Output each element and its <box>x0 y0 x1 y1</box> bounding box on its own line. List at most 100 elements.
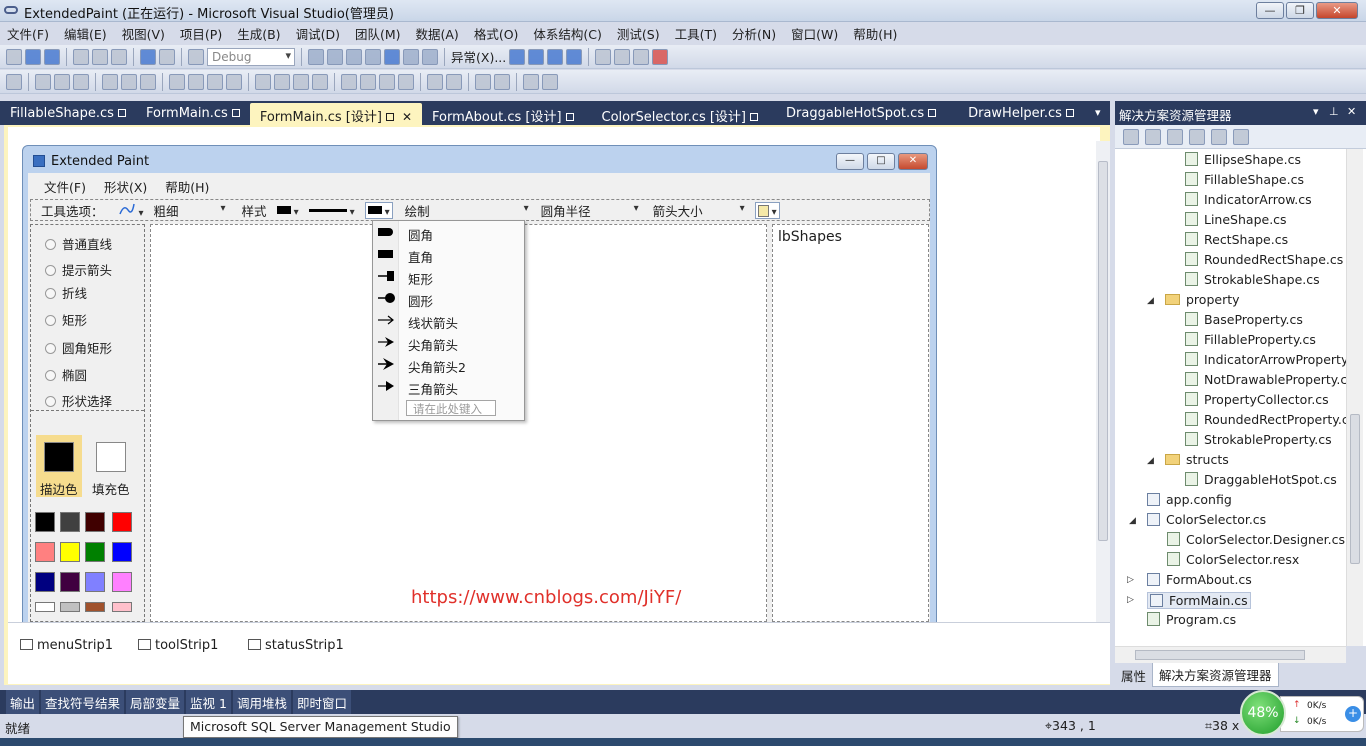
radio-rectangle[interactable]: 矩形 <box>45 310 87 329</box>
tray-menustrip[interactable]: menuStrip1 <box>20 638 113 653</box>
toolbox-icon[interactable] <box>365 48 381 65</box>
refresh-icon[interactable] <box>1167 128 1183 145</box>
solution-tree-item[interactable]: RoundedRectShape.cs <box>1185 252 1343 267</box>
palette-color-swatch[interactable] <box>85 602 105 612</box>
solution-tree-item[interactable]: property <box>1165 292 1240 307</box>
palette-color-swatch[interactable] <box>35 512 55 532</box>
tab-call-stack[interactable]: 调用堆栈 <box>232 689 291 715</box>
increase-vspacing-icon[interactable] <box>360 73 376 90</box>
center-horizontally-icon[interactable] <box>427 73 443 90</box>
object-browser-icon[interactable] <box>384 48 400 65</box>
solution-tree-item[interactable]: RectShape.cs <box>1185 232 1288 247</box>
scrollbar-thumb[interactable] <box>1350 414 1360 564</box>
maximize-button[interactable]: ❐ <box>1286 2 1314 19</box>
tab-formmain-design[interactable]: FormMain.cs [设计] ✕ <box>249 103 422 125</box>
tab-dropdown-icon[interactable]: ▾ <box>1095 106 1101 119</box>
save-icon[interactable] <box>25 48 41 65</box>
palette-color-swatch[interactable] <box>60 512 80 532</box>
tab-properties[interactable]: 属性 <box>1115 664 1152 687</box>
line-type-dropdown[interactable]: ▾ <box>118 202 144 219</box>
align-rights-icon[interactable] <box>73 73 89 90</box>
lock-controls-icon[interactable] <box>542 73 558 90</box>
class-diagram-icon[interactable] <box>1233 128 1249 145</box>
stroke-color-swatch[interactable] <box>44 442 74 472</box>
make-same-height-icon[interactable] <box>188 73 204 90</box>
form-maximize-button[interactable]: □ <box>867 153 895 170</box>
align-middles-icon[interactable] <box>121 73 137 90</box>
increase-spacing-icon[interactable] <box>274 73 290 90</box>
remove-vspacing-icon[interactable] <box>398 73 414 90</box>
continue-icon[interactable] <box>509 48 526 65</box>
undo-icon[interactable] <box>140 48 156 65</box>
tab-draggablehotspot-cs[interactable]: DraggableHotSpot.cs <box>768 103 946 125</box>
vertical-spacing-icon[interactable] <box>341 73 357 90</box>
menu-analyze[interactable]: 分析(N) <box>725 24 784 43</box>
align-centers-icon[interactable] <box>54 73 70 90</box>
bring-to-front-icon[interactable] <box>475 73 491 90</box>
stop-debugging-icon[interactable] <box>547 48 564 65</box>
shapes-listbox[interactable]: lbShapes <box>772 224 929 622</box>
view-code-icon[interactable] <box>1189 128 1205 145</box>
save-all-icon[interactable] <box>44 48 60 65</box>
form-close-button[interactable]: ✕ <box>898 153 928 170</box>
form-minimize-button[interactable]: — <box>836 153 864 170</box>
end-cap-dropdown[interactable]: ▾ <box>364 201 393 219</box>
tab-colorselector-design[interactable]: ColorSelector.cs [设计] <box>584 103 768 125</box>
menu-item-square-cap[interactable]: 直角 <box>373 244 524 266</box>
align-to-grid-icon[interactable] <box>6 73 22 90</box>
tab-formabout-design[interactable]: FormAbout.cs [设计] <box>422 103 584 125</box>
menu-item-round-anchor[interactable]: 圆形 <box>373 288 524 310</box>
align-lefts-icon[interactable] <box>35 73 51 90</box>
new-project-icon[interactable] <box>6 48 22 65</box>
scrollbar-thumb[interactable] <box>1135 650 1305 660</box>
solution-tree-item[interactable]: IndicatorArrowProperty <box>1185 352 1348 367</box>
find-icon[interactable] <box>614 48 631 65</box>
stroke-color-selector[interactable]: 描边色 <box>36 435 82 497</box>
tab-order-icon[interactable] <box>523 73 539 90</box>
menu-view[interactable]: 视图(V) <box>115 24 173 43</box>
align-tops-icon[interactable] <box>102 73 118 90</box>
tab-find-symbol-results[interactable]: 查找符号结果 <box>41 689 125 715</box>
menu-edit[interactable]: 编辑(E) <box>57 24 115 43</box>
tab-drawhelper-cs[interactable]: DrawHelper.cs <box>946 103 1084 125</box>
solution-tree-item[interactable]: LineShape.cs <box>1185 212 1287 227</box>
solution-tree-item[interactable]: ColorSelector.Designer.cs <box>1167 532 1345 547</box>
solution-tree-item[interactable]: ColorSelector.resx <box>1167 552 1299 567</box>
close-pane-icon[interactable]: ✕ <box>1347 105 1356 118</box>
make-same-size-icon[interactable] <box>207 73 223 90</box>
start-debugging-icon[interactable] <box>188 48 204 65</box>
menu-test[interactable]: 测试(S) <box>610 24 668 43</box>
decrease-vspacing-icon[interactable] <box>379 73 395 90</box>
tab-immediate-window[interactable]: 即时窗口 <box>293 689 352 715</box>
palette-color-swatch[interactable] <box>85 512 105 532</box>
minimize-button[interactable]: — <box>1256 2 1284 19</box>
menu-item-triangle-arrow[interactable]: 三角箭头 <box>373 376 524 398</box>
menu-file[interactable]: 文件(F) <box>0 24 57 43</box>
menu-build[interactable]: 生成(B) <box>230 24 288 43</box>
palette-color-swatch[interactable] <box>60 542 80 562</box>
tab-watch-1[interactable]: 监视 1 <box>186 689 231 715</box>
radio-indicator-arrow[interactable]: 提示箭头 <box>45 260 112 279</box>
menu-format[interactable]: 格式(O) <box>467 24 527 43</box>
collapsed-arrow-icon[interactable]: ▷ <box>1127 595 1134 605</box>
tab-output[interactable]: 输出 <box>6 689 40 715</box>
menu-item-sharp-arrow-2[interactable]: 尖角箭头2 <box>373 354 524 376</box>
solution-tree-item[interactable]: BaseProperty.cs <box>1185 312 1303 327</box>
palette-color-swatch[interactable] <box>112 602 132 612</box>
menu-project[interactable]: 项目(P) <box>173 24 230 43</box>
remove-spacing-icon[interactable] <box>312 73 328 90</box>
record-icon[interactable] <box>652 48 669 65</box>
radio-polyline[interactable]: 折线 <box>45 283 87 302</box>
draw-dropdown[interactable]: 绘制 ▾ <box>405 201 529 220</box>
menu-help[interactable]: 帮助(H) <box>846 24 905 43</box>
menu-tools[interactable]: 工具(T) <box>668 24 725 43</box>
auto-hide-pin-icon[interactable]: ⊥ <box>1329 105 1339 118</box>
menu-debug[interactable]: 调试(D) <box>289 24 348 43</box>
collapsed-arrow-icon[interactable]: ▷ <box>1127 575 1134 585</box>
solution-tree-item[interactable]: FormAbout.cs <box>1147 572 1252 587</box>
properties-icon[interactable] <box>1123 128 1139 145</box>
type-here-input[interactable]: 请在此处键入 <box>406 400 496 416</box>
solution-tree-item[interactable]: ColorSelector.cs <box>1147 512 1266 527</box>
cut-icon[interactable] <box>73 48 89 65</box>
start-page-icon[interactable] <box>403 48 419 65</box>
